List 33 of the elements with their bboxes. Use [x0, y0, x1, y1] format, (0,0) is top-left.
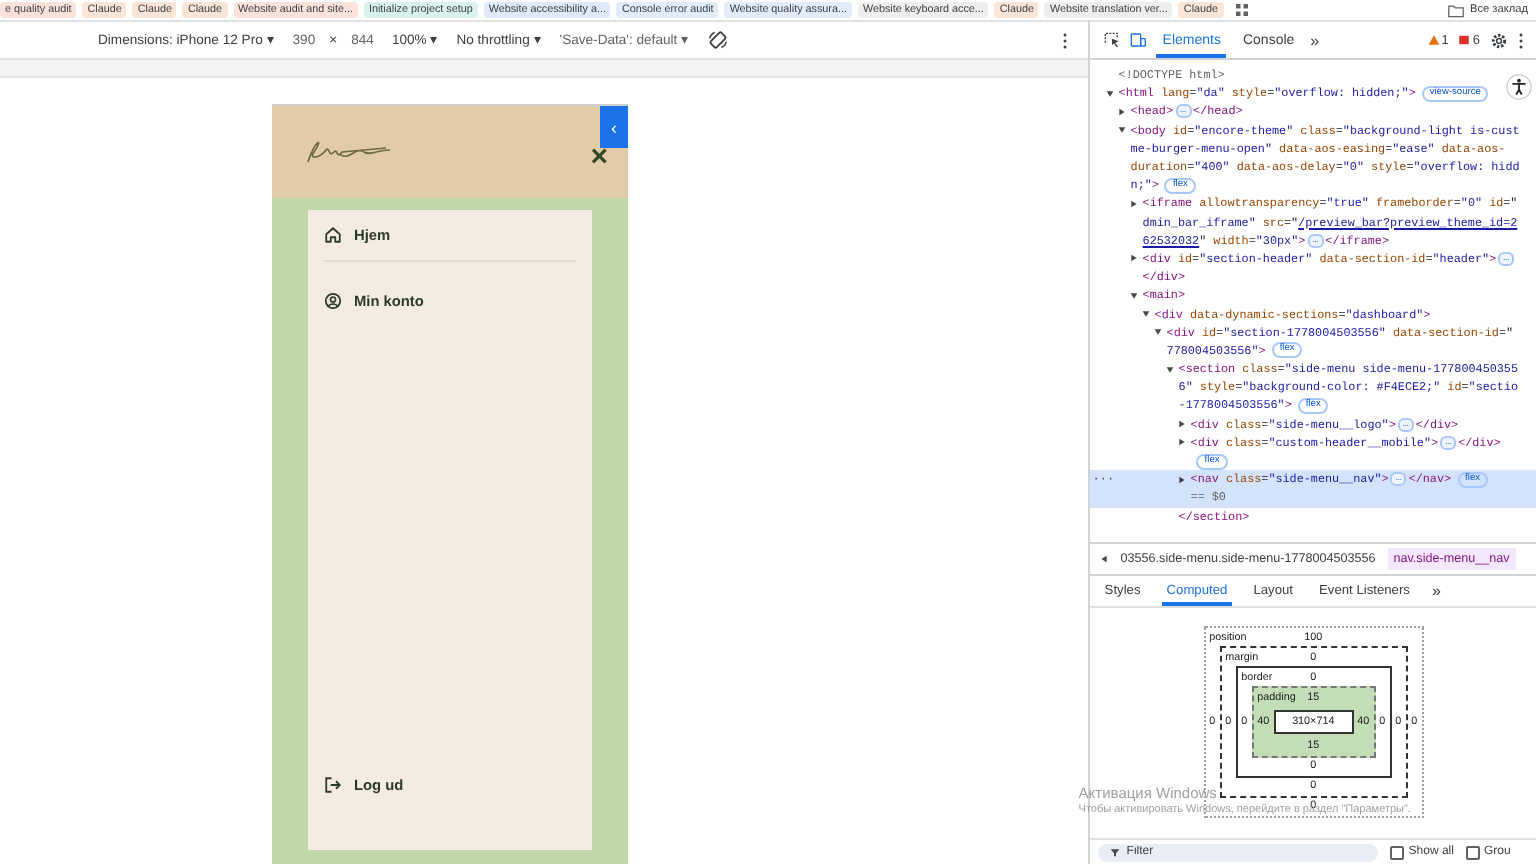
triangle-icon[interactable]	[1166, 365, 1175, 374]
warning-icon	[1427, 34, 1440, 46]
triangle-icon[interactable]	[1106, 89, 1115, 98]
triangle-icon[interactable]	[1142, 310, 1151, 319]
logout-icon	[324, 776, 342, 794]
triangle-icon[interactable]	[1118, 126, 1127, 135]
triangle-icon[interactable]	[1130, 291, 1139, 300]
folder-icon	[1447, 3, 1464, 17]
error-icon	[1458, 34, 1471, 46]
triangle-icon[interactable]	[1130, 254, 1139, 263]
inspect-icon[interactable]	[1104, 32, 1121, 48]
triangle-icon[interactable]	[1154, 328, 1163, 337]
triangle-icon[interactable]	[1178, 475, 1187, 484]
settings-icon[interactable]	[1490, 31, 1508, 49]
checkbox[interactable]	[1390, 845, 1405, 859]
grid-icon[interactable]	[1235, 4, 1248, 16]
triangle-icon[interactable]	[1178, 420, 1187, 429]
accessibility-icon[interactable]	[1506, 74, 1532, 100]
rotate-icon[interactable]	[707, 30, 728, 50]
more-icon[interactable]	[1518, 31, 1524, 49]
home-icon	[324, 226, 342, 244]
more-tabs-button[interactable]: »	[1431, 582, 1441, 600]
scroll-left-icon[interactable]	[1100, 554, 1109, 564]
collapse-tab[interactable]: ‹	[600, 106, 628, 148]
triangle-icon[interactable]	[1130, 199, 1139, 208]
more-icon[interactable]	[1062, 31, 1069, 49]
checkbox[interactable]	[1465, 845, 1480, 859]
device-icon[interactable]	[1130, 32, 1147, 48]
user-icon	[324, 291, 342, 309]
triangle-icon[interactable]	[1118, 107, 1127, 116]
more-tabs-button[interactable]: »	[1310, 31, 1320, 49]
filter-icon	[1110, 847, 1121, 857]
triangle-icon[interactable]	[1178, 438, 1187, 447]
